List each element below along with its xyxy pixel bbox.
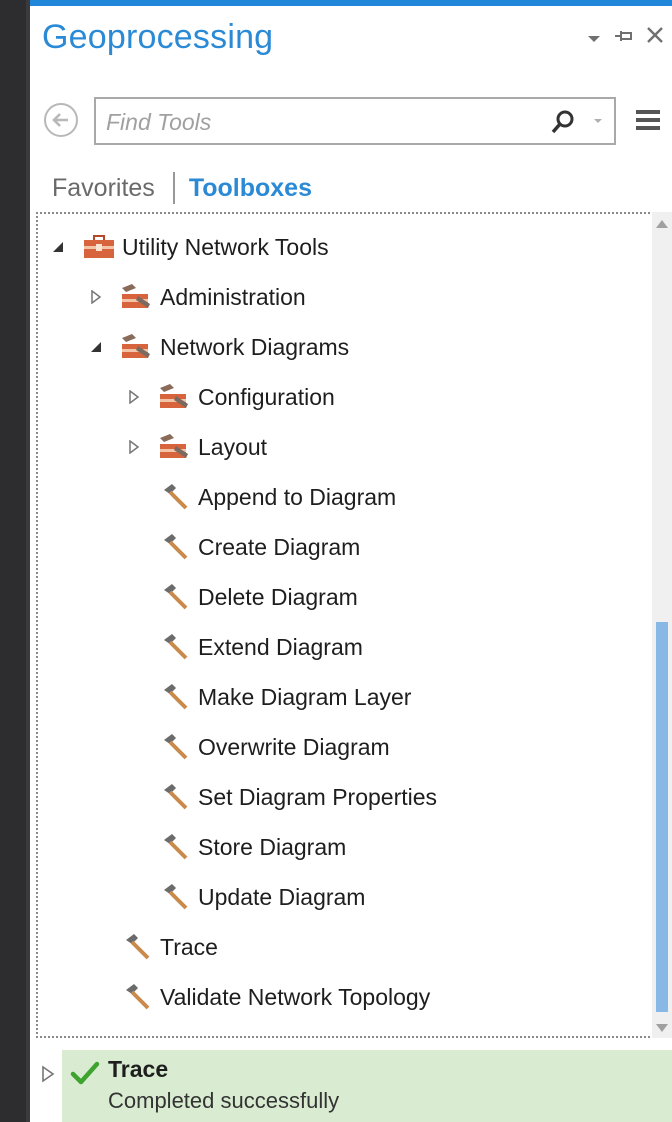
tool-label: Create Diagram: [198, 533, 361, 560]
tool-label: Overwrite Diagram: [198, 733, 390, 760]
tool-label: Validate Network Topology: [160, 983, 431, 1010]
tree-item-utility-network-tools[interactable]: Utility Network Tools: [50, 222, 329, 272]
application-left-edge: [0, 0, 26, 1122]
tool-item[interactable]: Store Diagram: [158, 822, 346, 872]
pane-options-dropdown-icon[interactable]: [586, 24, 602, 50]
tool-item[interactable]: Append to Diagram: [158, 472, 396, 522]
hamburger-menu-icon[interactable]: [634, 106, 662, 134]
tab-divider: [172, 172, 175, 204]
tool-label: Set Diagram Properties: [198, 783, 438, 810]
toolset-icon: [122, 334, 150, 358]
tool-label: Store Diagram: [198, 833, 347, 860]
run-status-message[interactable]: Trace Completed successfully: [62, 1050, 672, 1122]
tool-item[interactable]: Extend Diagram: [158, 622, 363, 672]
hammer-tool-icon: [164, 784, 188, 810]
checkmark-icon: [70, 1061, 100, 1085]
tool-item[interactable]: Update Diagram: [158, 872, 365, 922]
toolbox-icon: [84, 235, 114, 258]
hammer-tool-icon: [164, 584, 188, 610]
tree-item-label: Utility Network Tools: [122, 233, 329, 260]
status-message: Completed successfully: [108, 1088, 340, 1113]
hammer-tool-icon: [126, 984, 150, 1010]
tool-label: Delete Diagram: [198, 583, 358, 610]
find-tools-search-box: [94, 97, 616, 145]
auto-hide-pin-icon[interactable]: [614, 24, 634, 50]
tree-item-label: Administration: [160, 283, 306, 310]
tool-item[interactable]: Set Diagram Properties: [158, 772, 437, 822]
tool-item-trace[interactable]: Trace: [120, 922, 218, 972]
tool-label: Append to Diagram: [198, 483, 397, 510]
hammer-tool-icon: [164, 734, 188, 760]
tree-item-label: Network Diagrams: [160, 333, 350, 360]
expand-arrow-icon[interactable]: [126, 389, 142, 405]
run-status-area: Trace Completed successfully: [30, 1040, 672, 1122]
back-arrow-icon: [52, 113, 68, 127]
pane-window-controls: [586, 24, 664, 50]
tab-favorites[interactable]: Favorites: [52, 174, 155, 203]
search-options-dropdown-icon[interactable]: [590, 113, 606, 129]
tool-item[interactable]: Delete Diagram: [158, 572, 358, 622]
geoprocessing-pane: Geoprocessing Favorites To: [30, 0, 672, 1122]
collapse-arrow-icon[interactable]: [50, 239, 66, 255]
toolset-icon: [160, 384, 188, 408]
hammer-tool-icon: [164, 684, 188, 710]
tool-item[interactable]: Create Diagram: [158, 522, 360, 572]
tool-label: Make Diagram Layer: [198, 683, 412, 710]
tree-scrollbar[interactable]: [652, 212, 672, 1038]
tree-item-network-diagrams[interactable]: Network Diagrams: [88, 322, 349, 372]
tree-item-label: Configuration: [198, 383, 335, 410]
tree-item-administration[interactable]: Administration: [88, 272, 306, 322]
hammer-tool-icon: [164, 884, 188, 910]
hammer-tool-icon: [164, 534, 188, 560]
tool-item[interactable]: Make Diagram Layer: [158, 672, 411, 722]
find-tools-input[interactable]: [104, 105, 528, 139]
pane-accent-bar: [30, 0, 672, 6]
collapse-arrow-icon[interactable]: [88, 339, 104, 355]
expand-arrow-icon[interactable]: [126, 439, 142, 455]
back-button[interactable]: [44, 103, 78, 137]
hammer-tool-icon: [126, 934, 150, 960]
toolset-icon: [160, 434, 188, 458]
tree-item-configuration[interactable]: Configuration: [126, 372, 335, 422]
scroll-up-arrow-icon[interactable]: [652, 214, 672, 234]
tool-item-validate-network-topology[interactable]: Validate Network Topology: [120, 972, 430, 1022]
hammer-tool-icon: [164, 484, 188, 510]
scrollbar-thumb[interactable]: [656, 622, 668, 1012]
hammer-tool-icon: [164, 634, 188, 660]
pane-title: Geoprocessing: [42, 18, 274, 56]
toolset-icon: [122, 284, 150, 308]
status-tool-name: Trace: [108, 1056, 169, 1082]
tree-item-label: Layout: [198, 433, 268, 460]
scroll-down-arrow-icon[interactable]: [652, 1018, 672, 1038]
expand-arrow-icon[interactable]: [88, 289, 104, 305]
tool-label: Trace: [160, 933, 218, 960]
geoprocessing-tabs: Favorites Toolboxes: [52, 172, 312, 204]
tool-label: Update Diagram: [198, 883, 366, 910]
tab-toolboxes[interactable]: Toolboxes: [189, 174, 312, 203]
search-icon[interactable]: [548, 107, 578, 137]
toolbox-tree: Utility Network Tools Administration Net…: [36, 212, 658, 1038]
close-icon[interactable]: [646, 24, 664, 50]
hammer-tool-icon: [164, 834, 188, 860]
tool-label: Extend Diagram: [198, 633, 363, 660]
tree-item-layout[interactable]: Layout: [126, 422, 267, 472]
tool-item[interactable]: Overwrite Diagram: [158, 722, 390, 772]
expand-arrow-icon[interactable]: [40, 1064, 56, 1084]
